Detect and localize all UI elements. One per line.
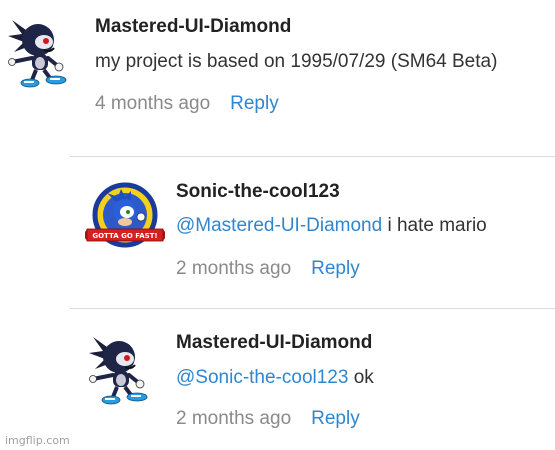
comment-mention[interactable]: @Sonic-the-cool123 bbox=[176, 367, 348, 388]
comment-text-content: i hate mario bbox=[382, 215, 487, 236]
comment-text-content: my project is based on 1995/07/29 (SM64 … bbox=[95, 51, 498, 72]
comment-author[interactable]: Mastered-UI-Diamond bbox=[176, 332, 372, 354]
comment-1: Mastered-UI-Diamond my project is based … bbox=[0, 0, 555, 140]
comment-meta: 2 months ago Reply bbox=[176, 258, 360, 280]
comment-timestamp: 4 months ago bbox=[95, 93, 211, 114]
comment-text: @Mastered-UI-Diamond i hate mario bbox=[176, 215, 487, 237]
dark-sonic-avatar-icon[interactable] bbox=[4, 12, 84, 92]
reply-button[interactable]: Reply bbox=[311, 258, 360, 279]
comment-mention[interactable]: @Mastered-UI-Diamond bbox=[176, 215, 382, 236]
comment-meta: 2 months ago Reply bbox=[176, 408, 360, 430]
comment-author[interactable]: Mastered-UI-Diamond bbox=[95, 16, 291, 38]
reply-button[interactable]: Reply bbox=[311, 408, 360, 429]
comment-author[interactable]: Sonic-the-cool123 bbox=[176, 181, 340, 203]
avatar-badge-text: GOTTA GO FAST! bbox=[92, 232, 157, 240]
comment-timestamp: 2 months ago bbox=[176, 408, 292, 429]
watermark: imgflip.com bbox=[5, 434, 70, 447]
reply-button[interactable]: Reply bbox=[230, 93, 279, 114]
comment-2: GOTTA GO FAST! Sonic-the-cool123 @Master… bbox=[0, 157, 555, 307]
comment-text: @Sonic-the-cool123 ok bbox=[176, 367, 374, 389]
comment-timestamp: 2 months ago bbox=[176, 258, 292, 279]
comment-3: Mastered-UI-Diamond @Sonic-the-cool123 o… bbox=[0, 309, 555, 439]
dark-sonic-avatar-icon[interactable] bbox=[85, 329, 165, 409]
comment-text: my project is based on 1995/07/29 (SM64 … bbox=[95, 51, 497, 73]
comment-text-content: ok bbox=[348, 367, 374, 388]
comment-meta: 4 months ago Reply bbox=[95, 93, 279, 115]
gotta-go-fast-avatar-icon[interactable]: GOTTA GO FAST! bbox=[85, 179, 165, 259]
